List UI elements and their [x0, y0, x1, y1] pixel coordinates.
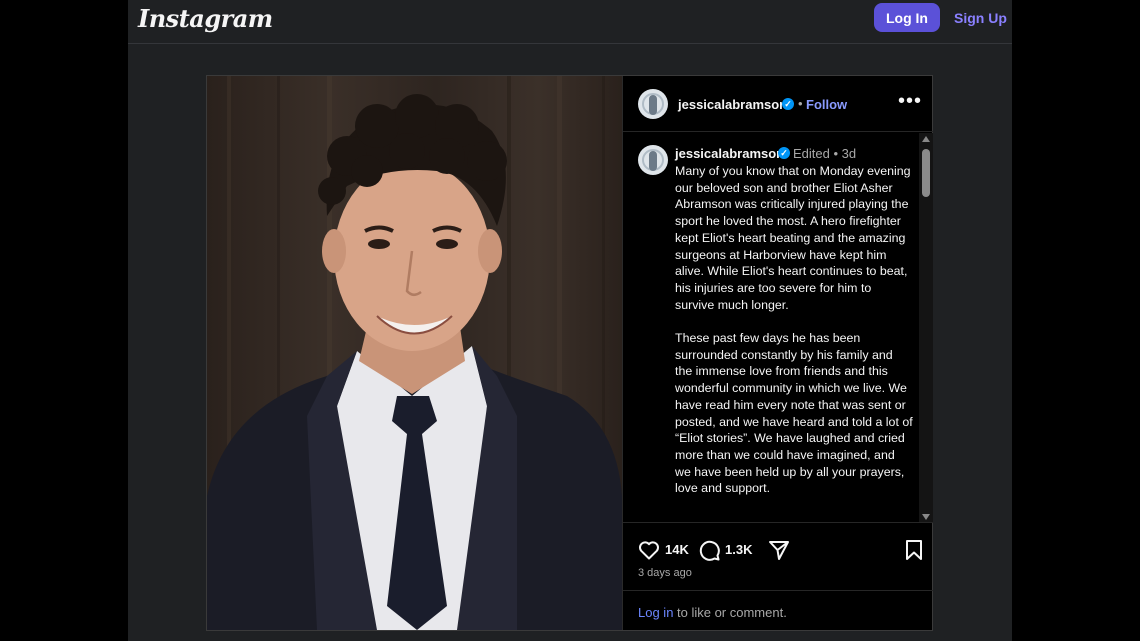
scroll-up-arrow-icon[interactable] — [922, 136, 930, 142]
post-header: jessicalabramson ✓ • Follow ••• — [623, 76, 933, 132]
follow-button[interactable]: Follow — [806, 97, 847, 112]
log-in-button[interactable]: Log In — [874, 3, 940, 32]
instagram-page: Instagram Log In Sign Up jessicalabramso… — [128, 0, 1012, 641]
caption-edited-timestamp: Edited • 3d — [793, 146, 857, 161]
comment-count: 1.3K — [725, 542, 753, 557]
sign-up-link[interactable]: Sign Up — [954, 10, 1007, 26]
caption-scrollbar[interactable] — [919, 133, 933, 522]
login-to-comment-prompt: Log in to like or comment. — [623, 590, 933, 630]
author-avatar[interactable] — [638, 89, 668, 119]
share-icon[interactable] — [767, 538, 791, 562]
comment-icon[interactable] — [697, 538, 721, 562]
top-navigation-bar: Instagram Log In Sign Up — [128, 0, 1012, 44]
post-timestamp: 3 days ago — [638, 567, 692, 579]
bookmark-icon[interactable] — [902, 538, 926, 562]
post-actions-bar: 14K 1.3K — [623, 536, 933, 566]
caption-section[interactable]: jessicalabramson ✓ Edited • 3d Many of y… — [623, 133, 933, 523]
verified-badge-icon: ✓ — [782, 98, 794, 110]
more-options-icon[interactable]: ••• — [898, 91, 921, 115]
caption-author-avatar[interactable] — [638, 145, 668, 175]
log-in-link[interactable]: Log in — [638, 605, 673, 620]
instagram-logo[interactable]: Instagram — [138, 4, 273, 33]
caption-author-username[interactable]: jessicalabramson — [675, 146, 784, 161]
post-photo[interactable] — [207, 76, 622, 630]
scroll-thumb[interactable] — [922, 149, 930, 197]
login-prompt-text: to like or comment. — [677, 605, 787, 620]
caption-text: Many of you know that on Monday evening … — [675, 164, 913, 496]
like-count: 14K — [665, 542, 689, 557]
portrait-image — [207, 76, 622, 630]
post-dialog: jessicalabramson ✓ • Follow ••• jessical… — [206, 75, 933, 631]
heart-icon[interactable] — [637, 538, 661, 562]
author-username[interactable]: jessicalabramson — [678, 97, 787, 112]
verified-badge-icon: ✓ — [778, 147, 790, 159]
separator-dot: • — [798, 96, 803, 111]
scroll-down-arrow-icon[interactable] — [922, 514, 930, 520]
post-sidebar: jessicalabramson ✓ • Follow ••• jessical… — [622, 76, 933, 630]
